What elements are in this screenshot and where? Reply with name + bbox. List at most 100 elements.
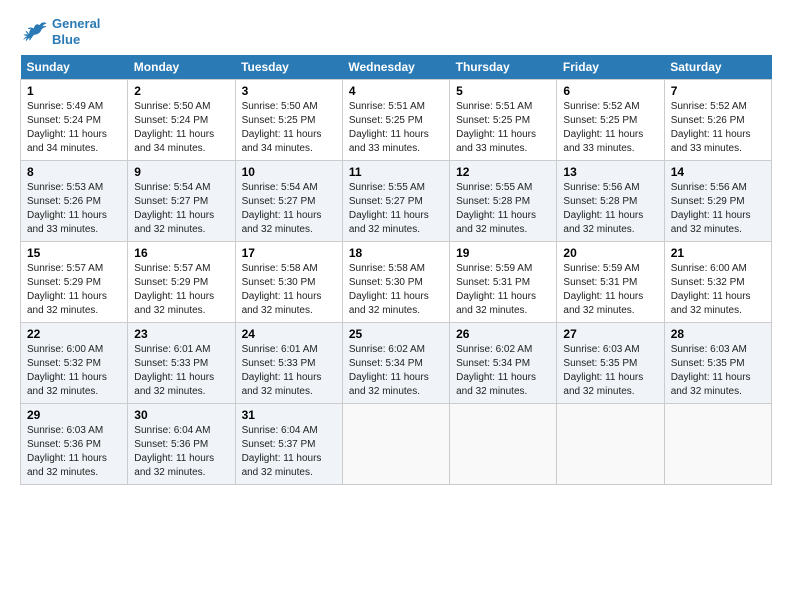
- calendar-cell: 21 Sunrise: 6:00 AM Sunset: 5:32 PM Dayl…: [664, 242, 771, 323]
- calendar-cell: 12 Sunrise: 5:55 AM Sunset: 5:28 PM Dayl…: [450, 161, 557, 242]
- day-info: Sunrise: 5:50 AM Sunset: 5:24 PM Dayligh…: [134, 100, 228, 156]
- calendar-cell: 29 Sunrise: 6:03 AM Sunset: 5:36 PM Dayl…: [21, 404, 128, 485]
- day-info: Sunrise: 5:59 AM Sunset: 5:31 PM Dayligh…: [456, 262, 550, 318]
- day-info: Sunrise: 5:49 AM Sunset: 5:24 PM Dayligh…: [27, 100, 121, 156]
- day-info: Sunrise: 6:00 AM Sunset: 5:32 PM Dayligh…: [27, 343, 121, 399]
- day-info: Sunrise: 5:56 AM Sunset: 5:28 PM Dayligh…: [563, 181, 657, 237]
- logo-text: General Blue: [52, 16, 100, 47]
- calendar-cell: 8 Sunrise: 5:53 AM Sunset: 5:26 PM Dayli…: [21, 161, 128, 242]
- day-info: Sunrise: 5:52 AM Sunset: 5:25 PM Dayligh…: [563, 100, 657, 156]
- calendar-cell: 14 Sunrise: 5:56 AM Sunset: 5:29 PM Dayl…: [664, 161, 771, 242]
- calendar-cell: [664, 404, 771, 485]
- day-info: Sunrise: 6:04 AM Sunset: 5:36 PM Dayligh…: [134, 424, 228, 480]
- calendar-cell: 13 Sunrise: 5:56 AM Sunset: 5:28 PM Dayl…: [557, 161, 664, 242]
- calendar-cell: 23 Sunrise: 6:01 AM Sunset: 5:33 PM Dayl…: [128, 323, 235, 404]
- day-info: Sunrise: 5:55 AM Sunset: 5:28 PM Dayligh…: [456, 181, 550, 237]
- day-number: 7: [671, 84, 765, 98]
- calendar-cell: 10 Sunrise: 5:54 AM Sunset: 5:27 PM Dayl…: [235, 161, 342, 242]
- logo-icon: [20, 18, 48, 46]
- day-number: 3: [242, 84, 336, 98]
- day-number: 25: [349, 327, 443, 341]
- calendar-cell: 3 Sunrise: 5:50 AM Sunset: 5:25 PM Dayli…: [235, 80, 342, 161]
- day-number: 29: [27, 408, 121, 422]
- day-number: 30: [134, 408, 228, 422]
- page: General Blue SundayMondayTuesdayWednesda…: [0, 0, 792, 495]
- day-number: 8: [27, 165, 121, 179]
- day-number: 24: [242, 327, 336, 341]
- calendar-cell: 16 Sunrise: 5:57 AM Sunset: 5:29 PM Dayl…: [128, 242, 235, 323]
- day-info: Sunrise: 5:51 AM Sunset: 5:25 PM Dayligh…: [456, 100, 550, 156]
- logo: General Blue: [20, 16, 100, 47]
- calendar-cell: 7 Sunrise: 5:52 AM Sunset: 5:26 PM Dayli…: [664, 80, 771, 161]
- day-number: 22: [27, 327, 121, 341]
- day-info: Sunrise: 5:57 AM Sunset: 5:29 PM Dayligh…: [134, 262, 228, 318]
- day-info: Sunrise: 6:00 AM Sunset: 5:32 PM Dayligh…: [671, 262, 765, 318]
- day-info: Sunrise: 5:51 AM Sunset: 5:25 PM Dayligh…: [349, 100, 443, 156]
- day-info: Sunrise: 5:50 AM Sunset: 5:25 PM Dayligh…: [242, 100, 336, 156]
- calendar-cell: 24 Sunrise: 6:01 AM Sunset: 5:33 PM Dayl…: [235, 323, 342, 404]
- day-number: 4: [349, 84, 443, 98]
- day-info: Sunrise: 5:54 AM Sunset: 5:27 PM Dayligh…: [134, 181, 228, 237]
- day-number: 18: [349, 246, 443, 260]
- day-info: Sunrise: 5:59 AM Sunset: 5:31 PM Dayligh…: [563, 262, 657, 318]
- calendar-cell: 5 Sunrise: 5:51 AM Sunset: 5:25 PM Dayli…: [450, 80, 557, 161]
- calendar-cell: 27 Sunrise: 6:03 AM Sunset: 5:35 PM Dayl…: [557, 323, 664, 404]
- day-number: 5: [456, 84, 550, 98]
- calendar-week-4: 22 Sunrise: 6:00 AM Sunset: 5:32 PM Dayl…: [21, 323, 772, 404]
- calendar-cell: 19 Sunrise: 5:59 AM Sunset: 5:31 PM Dayl…: [450, 242, 557, 323]
- day-number: 16: [134, 246, 228, 260]
- day-number: 28: [671, 327, 765, 341]
- day-info: Sunrise: 5:58 AM Sunset: 5:30 PM Dayligh…: [349, 262, 443, 318]
- day-number: 2: [134, 84, 228, 98]
- calendar-week-5: 29 Sunrise: 6:03 AM Sunset: 5:36 PM Dayl…: [21, 404, 772, 485]
- calendar-cell: 31 Sunrise: 6:04 AM Sunset: 5:37 PM Dayl…: [235, 404, 342, 485]
- day-number: 27: [563, 327, 657, 341]
- day-number: 9: [134, 165, 228, 179]
- calendar-cell: 22 Sunrise: 6:00 AM Sunset: 5:32 PM Dayl…: [21, 323, 128, 404]
- calendar-cell: 17 Sunrise: 5:58 AM Sunset: 5:30 PM Dayl…: [235, 242, 342, 323]
- calendar-cell: 20 Sunrise: 5:59 AM Sunset: 5:31 PM Dayl…: [557, 242, 664, 323]
- day-number: 26: [456, 327, 550, 341]
- day-info: Sunrise: 6:01 AM Sunset: 5:33 PM Dayligh…: [242, 343, 336, 399]
- calendar-cell: [450, 404, 557, 485]
- calendar-body: 1 Sunrise: 5:49 AM Sunset: 5:24 PM Dayli…: [21, 80, 772, 485]
- day-number: 21: [671, 246, 765, 260]
- day-header-wednesday: Wednesday: [342, 55, 449, 80]
- day-header-thursday: Thursday: [450, 55, 557, 80]
- day-info: Sunrise: 5:57 AM Sunset: 5:29 PM Dayligh…: [27, 262, 121, 318]
- day-number: 20: [563, 246, 657, 260]
- day-number: 31: [242, 408, 336, 422]
- day-number: 6: [563, 84, 657, 98]
- day-info: Sunrise: 6:02 AM Sunset: 5:34 PM Dayligh…: [456, 343, 550, 399]
- calendar-cell: 26 Sunrise: 6:02 AM Sunset: 5:34 PM Dayl…: [450, 323, 557, 404]
- calendar-week-2: 8 Sunrise: 5:53 AM Sunset: 5:26 PM Dayli…: [21, 161, 772, 242]
- day-info: Sunrise: 6:04 AM Sunset: 5:37 PM Dayligh…: [242, 424, 336, 480]
- day-info: Sunrise: 5:58 AM Sunset: 5:30 PM Dayligh…: [242, 262, 336, 318]
- day-header-monday: Monday: [128, 55, 235, 80]
- calendar-cell: 6 Sunrise: 5:52 AM Sunset: 5:25 PM Dayli…: [557, 80, 664, 161]
- day-number: 14: [671, 165, 765, 179]
- calendar-cell: 1 Sunrise: 5:49 AM Sunset: 5:24 PM Dayli…: [21, 80, 128, 161]
- day-number: 17: [242, 246, 336, 260]
- calendar-week-3: 15 Sunrise: 5:57 AM Sunset: 5:29 PM Dayl…: [21, 242, 772, 323]
- calendar-cell: 30 Sunrise: 6:04 AM Sunset: 5:36 PM Dayl…: [128, 404, 235, 485]
- calendar: SundayMondayTuesdayWednesdayThursdayFrid…: [20, 55, 772, 485]
- calendar-cell: [342, 404, 449, 485]
- calendar-cell: 28 Sunrise: 6:03 AM Sunset: 5:35 PM Dayl…: [664, 323, 771, 404]
- calendar-week-1: 1 Sunrise: 5:49 AM Sunset: 5:24 PM Dayli…: [21, 80, 772, 161]
- day-info: Sunrise: 5:54 AM Sunset: 5:27 PM Dayligh…: [242, 181, 336, 237]
- day-number: 10: [242, 165, 336, 179]
- day-info: Sunrise: 5:55 AM Sunset: 5:27 PM Dayligh…: [349, 181, 443, 237]
- calendar-cell: 15 Sunrise: 5:57 AM Sunset: 5:29 PM Dayl…: [21, 242, 128, 323]
- calendar-header-row: SundayMondayTuesdayWednesdayThursdayFrid…: [21, 55, 772, 80]
- day-info: Sunrise: 6:03 AM Sunset: 5:35 PM Dayligh…: [563, 343, 657, 399]
- day-number: 1: [27, 84, 121, 98]
- day-info: Sunrise: 5:56 AM Sunset: 5:29 PM Dayligh…: [671, 181, 765, 237]
- day-header-sunday: Sunday: [21, 55, 128, 80]
- day-number: 12: [456, 165, 550, 179]
- calendar-cell: 4 Sunrise: 5:51 AM Sunset: 5:25 PM Dayli…: [342, 80, 449, 161]
- calendar-cell: [557, 404, 664, 485]
- calendar-cell: 9 Sunrise: 5:54 AM Sunset: 5:27 PM Dayli…: [128, 161, 235, 242]
- day-info: Sunrise: 6:03 AM Sunset: 5:36 PM Dayligh…: [27, 424, 121, 480]
- day-header-tuesday: Tuesday: [235, 55, 342, 80]
